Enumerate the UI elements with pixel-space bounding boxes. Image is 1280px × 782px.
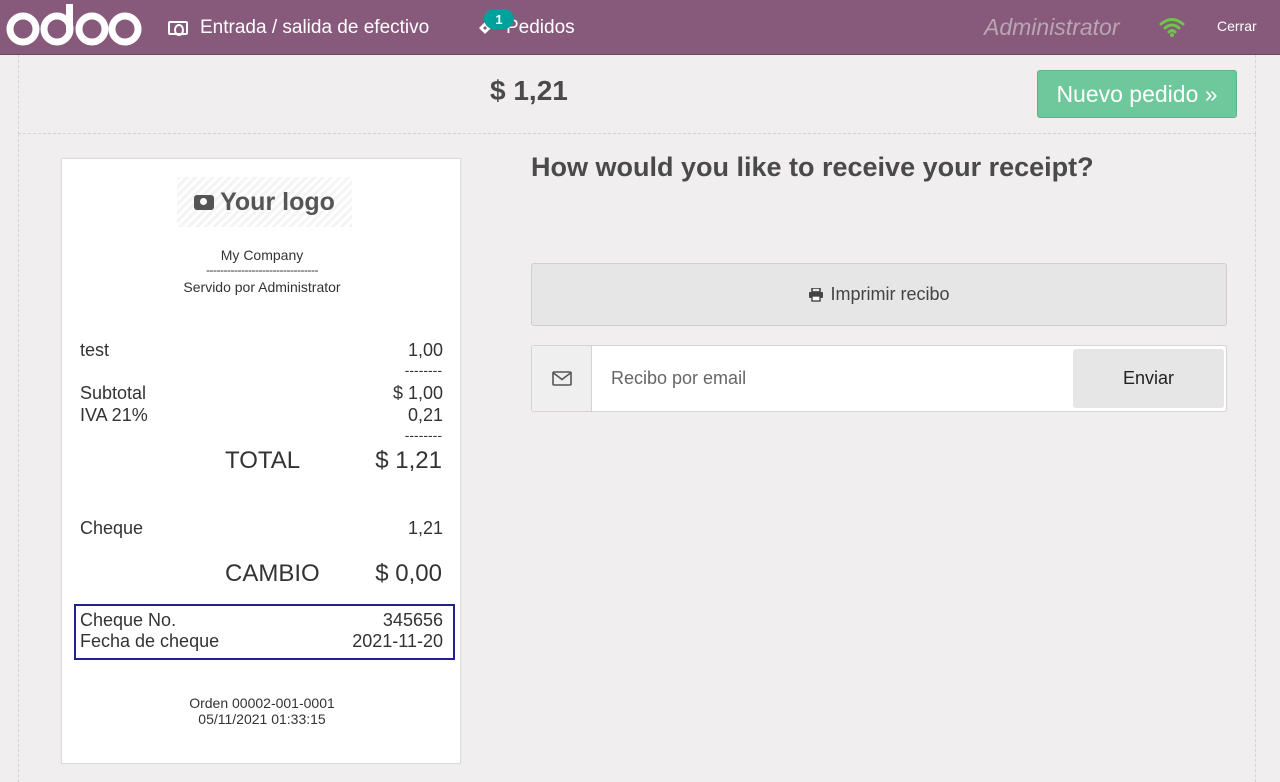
header-separator: -------------------------------- [206, 263, 318, 277]
company-name: My Company [220, 247, 304, 263]
cheque-number-row: Cheque No. 345656 [80, 610, 443, 631]
served-by: Servido por Administrator [183, 279, 341, 295]
product-amount: 1,00 [407, 340, 443, 360]
subtotal-row: Subtotal $ 1,00 [80, 383, 443, 404]
money-icon [168, 20, 188, 36]
orders-count-badge: 1 [484, 9, 514, 29]
new-order-button[interactable]: Nuevo pedido » [1037, 70, 1237, 118]
receipt: Your logo My Company -------------------… [61, 158, 461, 764]
wifi-icon[interactable] [1159, 16, 1185, 38]
tax-label: IVA 21% [80, 405, 148, 425]
total-value: $ 1,21 [375, 447, 442, 474]
subtotal-label: Subtotal [80, 383, 147, 403]
odoo-logo [6, 4, 142, 46]
subtotal-value: $ 1,00 [392, 383, 443, 403]
dash-separator: -------- [404, 427, 442, 443]
cash-in-out-button[interactable]: Entrada / salida de efectivo [168, 0, 429, 55]
cheque-date-label: Fecha de cheque [80, 631, 220, 651]
receipt-question: How would you like to receive your recei… [531, 152, 1094, 182]
camera-icon [194, 194, 215, 210]
order-line: test 1,00 [80, 340, 443, 361]
cheque-number-value: 345656 [382, 610, 443, 630]
payment-amount: 1,21 [407, 518, 443, 538]
orders-label: Pedidos [506, 16, 575, 38]
order-reference: Orden 00002-001-0001 [189, 695, 335, 711]
email-icon [532, 346, 592, 411]
email-input[interactable] [592, 346, 1072, 411]
cheque-date-row: Fecha de cheque 2021-11-20 [80, 631, 443, 652]
dash-separator: -------- [404, 362, 442, 378]
email-receipt-group: Enviar [531, 345, 1227, 412]
send-email-button[interactable]: Enviar [1073, 349, 1224, 408]
order-date: 05/11/2021 01:33:15 [198, 711, 326, 727]
change-value: $ 0,00 [375, 560, 442, 587]
company-logo-placeholder: Your logo [177, 177, 352, 227]
print-receipt-button[interactable]: Imprimir recibo [531, 263, 1227, 326]
payment-method: Cheque [80, 518, 144, 538]
printer-icon [809, 287, 824, 302]
total-label: TOTAL [225, 447, 301, 474]
cash-in-out-label: Entrada / salida de efectivo [200, 16, 430, 38]
cheque-number-label: Cheque No. [80, 610, 177, 630]
order-total: $ 1,21 [490, 75, 568, 106]
top-bar: Entrada / salida de efectivo Pedidos 1 A… [0, 0, 1280, 55]
product-name: test [80, 340, 110, 360]
tax-value: 0,21 [407, 405, 443, 425]
close-button[interactable]: Cerrar [1217, 18, 1257, 34]
user-name[interactable]: Administrator [984, 14, 1119, 41]
print-receipt-label: Imprimir recibo [830, 284, 950, 304]
cheque-date-value: 2021-11-20 [352, 631, 443, 651]
logo-text: Your logo [220, 187, 335, 216]
change-label: CAMBIO [225, 560, 320, 587]
tax-row: IVA 21% 0,21 [80, 405, 443, 426]
payment-row: Cheque 1,21 [80, 518, 443, 539]
